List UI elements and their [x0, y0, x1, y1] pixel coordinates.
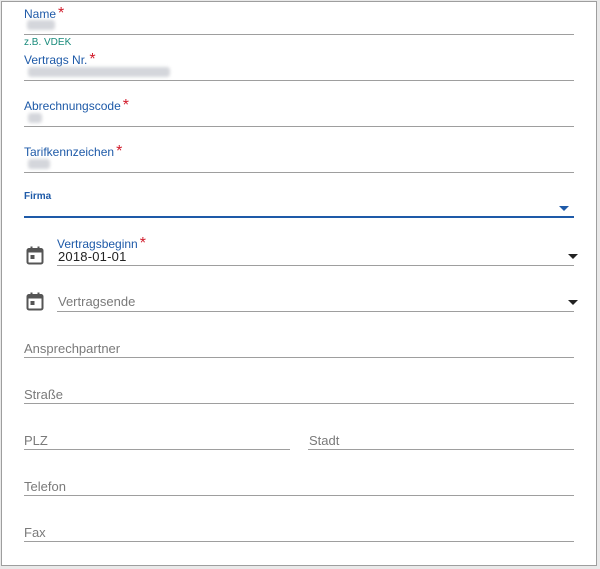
strasse-underline [24, 403, 574, 404]
vertragsbeginn-underline [57, 265, 574, 266]
stadt-underline [308, 449, 574, 450]
name-label: Name [24, 7, 57, 21]
telefon-underline [24, 495, 574, 496]
vertragsende-underline [57, 311, 574, 312]
vertragsbeginn-required-mark: * [139, 235, 146, 252]
ansprechpartner-underline [24, 357, 574, 358]
tarifkennzeichen-value-redacted [28, 159, 50, 169]
vertrags-nr-input[interactable] [24, 80, 574, 81]
name-hint: z.B. VDEK [24, 37, 72, 48]
calendar-icon[interactable] [26, 292, 44, 311]
vertrags-nr-label: Vertrags Nr. [24, 53, 88, 67]
vertrags-nr-required-mark: * [89, 51, 96, 68]
tarifkennzeichen-input[interactable] [24, 172, 574, 173]
tarifkennzeichen-required-mark: * [116, 143, 123, 160]
vertragsende-input[interactable]: Vertragsende [58, 294, 135, 309]
name-required-mark: * [58, 5, 65, 22]
abrechnungscode-required-mark: * [122, 97, 129, 114]
vertragsbeginn-dropdown-arrow-icon[interactable] [568, 254, 578, 259]
abrechnungscode-value-redacted [28, 113, 42, 123]
abrechnungscode-label: Abrechnungscode [24, 99, 121, 113]
plz-underline [24, 449, 290, 450]
telefon-input[interactable]: Telefon [24, 479, 66, 494]
vertrags-nr-value-redacted [28, 67, 170, 77]
ansprechpartner-input[interactable]: Ansprechpartner [24, 341, 120, 356]
firma-underline [24, 216, 574, 218]
vertragsende-dropdown-arrow-icon[interactable] [568, 300, 578, 305]
fax-input[interactable]: Fax [24, 525, 46, 540]
tarifkennzeichen-label: Tarifkennzeichen [24, 145, 115, 159]
calendar-icon[interactable] [26, 246, 44, 265]
abrechnungscode-input[interactable] [24, 126, 574, 127]
firma-dropdown-arrow-icon[interactable] [559, 206, 569, 211]
fax-underline [24, 541, 574, 542]
stadt-input[interactable]: Stadt [309, 433, 339, 448]
contract-form: Name * z.B. VDEK Vertrags Nr. * Abrechnung… [1, 1, 597, 566]
vertragsbeginn-value[interactable]: 2018-01-01 [58, 249, 127, 264]
strasse-input[interactable]: Straße [24, 387, 63, 402]
plz-input[interactable]: PLZ [24, 433, 48, 448]
name-value-redacted [27, 20, 55, 30]
name-input[interactable] [24, 34, 574, 35]
